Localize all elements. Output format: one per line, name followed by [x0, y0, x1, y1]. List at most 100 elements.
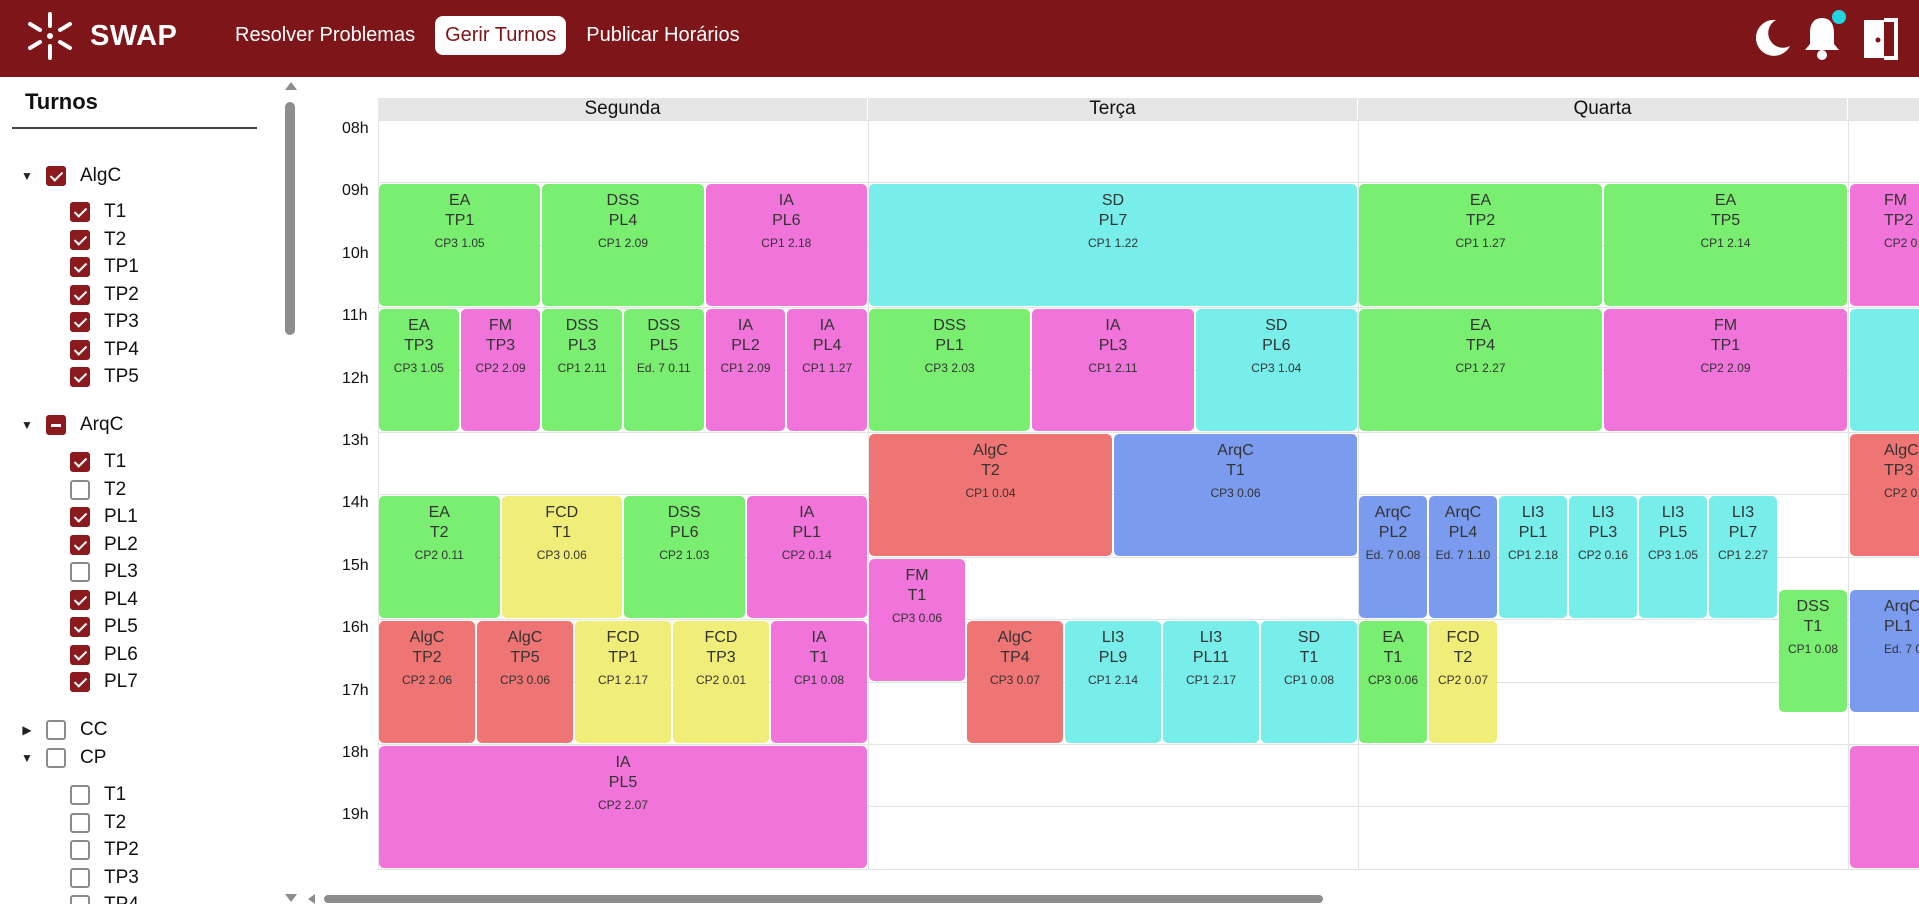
item-checkbox[interactable]: [70, 672, 90, 692]
shift-event[interactable]: EA TP2 CP1 1.27: [1359, 184, 1602, 307]
item-checkbox[interactable]: [70, 229, 90, 250]
tree-item-arqc-pl2[interactable]: PL2: [70, 534, 138, 556]
shift-event[interactable]: EA TP4 CP1 2.27: [1359, 309, 1602, 431]
item-checkbox[interactable]: [70, 452, 90, 472]
tree-item-algc-tp5[interactable]: TP5: [70, 366, 139, 388]
scrollbar-thumb[interactable]: [324, 895, 1323, 903]
shift-event[interactable]: ArqC PL1 Ed. 7 0.08: [1850, 590, 1919, 712]
notifications-button[interactable]: [1802, 10, 1850, 64]
shift-event[interactable]: FCD TP1 CP1 2.17: [575, 621, 671, 743]
calendar-horizontal-scrollbar[interactable]: [300, 893, 1919, 904]
shift-event[interactable]: EA TP5 CP1 2.14: [1604, 184, 1847, 307]
shift-event[interactable]: AlgC T2 CP1 0.04: [869, 434, 1112, 556]
shift-event[interactable]: FM TP1 CP2 2.09: [1604, 309, 1847, 431]
shift-event[interactable]: FCD TP3 CP2 0.01: [673, 621, 769, 743]
shift-event[interactable]: EA TP3 CP3 1.05: [379, 309, 459, 431]
item-checkbox[interactable]: [70, 812, 90, 833]
shift-event[interactable]: ArqC T1 CP3 0.06: [1114, 434, 1357, 556]
tree-item-arqc-pl6[interactable]: PL6: [70, 644, 138, 666]
shift-event[interactable]: EA TP1 CP3 1.05: [379, 184, 541, 307]
item-checkbox[interactable]: [70, 785, 90, 805]
item-checkbox[interactable]: [70, 589, 90, 610]
item-checkbox[interactable]: [70, 867, 90, 888]
swap-logo-icon[interactable]: [24, 10, 76, 62]
item-checkbox[interactable]: [70, 339, 90, 360]
tree-item-algc-tp2[interactable]: TP2: [70, 284, 139, 306]
shift-event[interactable]: DSS PL3 CP1 2.11: [542, 309, 622, 431]
item-checkbox[interactable]: [70, 202, 90, 222]
tree-item-cp-t2[interactable]: T2: [70, 812, 126, 834]
item-checkbox[interactable]: [70, 284, 90, 305]
item-checkbox[interactable]: [70, 479, 90, 500]
group-checkbox[interactable]: [46, 748, 66, 768]
item-checkbox[interactable]: [70, 895, 90, 904]
brand-name[interactable]: SWAP: [90, 20, 177, 53]
tree-group-algc[interactable]: ▼ AlgC: [18, 165, 121, 187]
item-checkbox[interactable]: [70, 562, 90, 582]
shift-event[interactable]: AlgC TP3 CP2 0.04: [1850, 434, 1919, 556]
shift-event[interactable]: SD PL6 CP3 1.04: [1195, 309, 1357, 431]
caret-down-icon[interactable]: ▼: [18, 751, 36, 765]
tree-item-cp-tp3[interactable]: TP3: [70, 867, 139, 889]
tree-item-arqc-pl1[interactable]: PL1: [70, 506, 138, 528]
tree-item-arqc-t1[interactable]: T1: [70, 451, 126, 473]
shift-event[interactable]: IA PL2 CP1 2.09: [705, 309, 786, 431]
tree-item-arqc-pl3[interactable]: PL3: [70, 561, 138, 583]
tree-item-algc-tp4[interactable]: TP4: [70, 339, 139, 361]
group-checkbox[interactable]: [46, 415, 66, 435]
tree-item-algc-tp1[interactable]: TP1: [70, 256, 139, 278]
shift-event[interactable]: LI3 PL7 CP1 2.27: [1709, 496, 1777, 619]
tree-group-cp[interactable]: ▼ CP: [18, 747, 106, 769]
shift-event[interactable]: LI3 PL11 CP1 2.17: [1163, 621, 1259, 743]
item-checkbox[interactable]: [70, 644, 90, 665]
tree-item-cp-tp4[interactable]: TP4: [70, 894, 139, 904]
shift-event[interactable]: IA PL5 CP2 2.07: [379, 746, 867, 868]
shift-event[interactable]: AlgC TP2 CP2 2.06: [379, 621, 475, 743]
shift-event[interactable]: ArqC PL4 Ed. 7 1.10: [1429, 496, 1497, 619]
tree-item-algc-t1[interactable]: T1: [70, 201, 126, 223]
tree-item-arqc-pl4[interactable]: PL4: [70, 589, 138, 611]
moon-icon[interactable]: [1746, 12, 1794, 64]
shift-event[interactable]: IA PL6 CP1 2.18: [705, 184, 867, 307]
shift-event[interactable]: DSS PL1 CP3 2.03: [869, 309, 1031, 431]
nav-publicar-horarios[interactable]: Publicar Horários: [576, 16, 749, 55]
tree-item-arqc-pl5[interactable]: PL5: [70, 616, 138, 638]
shift-event[interactable]: DSS PL5 Ed. 7 0.11: [624, 309, 704, 431]
shift-event[interactable]: LI3 PL1 CP1 2.18: [1499, 496, 1567, 619]
scroll-up-arrow-icon[interactable]: [285, 82, 297, 90]
shift-event[interactable]: FM TP2 CP2 0.01: [1850, 184, 1919, 307]
item-checkbox[interactable]: [70, 257, 90, 277]
caret-right-icon[interactable]: ▶: [18, 723, 36, 737]
shift-event[interactable]: FCD T1 CP3 0.06: [501, 496, 622, 619]
item-checkbox[interactable]: [70, 312, 90, 332]
item-checkbox[interactable]: [70, 534, 90, 555]
group-checkbox[interactable]: [46, 166, 66, 186]
item-checkbox[interactable]: [70, 840, 90, 860]
nav-gerir-turnos[interactable]: Gerir Turnos: [435, 16, 567, 55]
logout-door-icon[interactable]: [1858, 12, 1906, 64]
shift-event[interactable]: [1850, 309, 1919, 431]
shift-event[interactable]: FM TP3 CP2 2.09: [460, 309, 541, 431]
scrollbar-thumb[interactable]: [285, 102, 295, 335]
nav-resolver-problemas[interactable]: Resolver Problemas: [225, 16, 425, 55]
group-checkbox[interactable]: [46, 720, 66, 740]
shift-event[interactable]: AlgC TP5 CP3 0.06: [477, 621, 573, 743]
shift-event[interactable]: SD T1 CP1 0.08: [1261, 621, 1357, 743]
shift-event[interactable]: IA PL1 CP2 0.14: [746, 496, 867, 619]
shift-event[interactable]: FM T1 CP3 0.06: [869, 558, 965, 681]
shift-event[interactable]: LI3 PL3 CP2 0.16: [1569, 496, 1637, 619]
tree-item-cp-t1[interactable]: T1: [70, 784, 126, 806]
shift-event[interactable]: DSS PL6 CP2 1.03: [624, 496, 745, 619]
scroll-down-arrow-icon[interactable]: [285, 894, 297, 902]
tree-item-arqc-pl7[interactable]: PL7: [70, 671, 138, 693]
tree-item-cp-tp2[interactable]: TP2: [70, 839, 139, 861]
sidebar-scrollbar[interactable]: [280, 77, 297, 904]
shift-event[interactable]: IA PL4 CP1 1.27: [787, 309, 867, 431]
shift-event[interactable]: ArqC PL2 Ed. 7 0.08: [1359, 496, 1427, 619]
shift-event[interactable]: AlgC TP4 CP3 0.07: [967, 621, 1063, 743]
shift-event[interactable]: IA PL3 CP1 2.11: [1032, 309, 1194, 431]
tree-item-arqc-t2[interactable]: T2: [70, 479, 126, 501]
caret-down-icon[interactable]: ▼: [18, 418, 36, 432]
scroll-left-arrow-icon[interactable]: [308, 894, 315, 904]
shift-event[interactable]: SD PL7 CP1 1.22: [869, 184, 1357, 307]
